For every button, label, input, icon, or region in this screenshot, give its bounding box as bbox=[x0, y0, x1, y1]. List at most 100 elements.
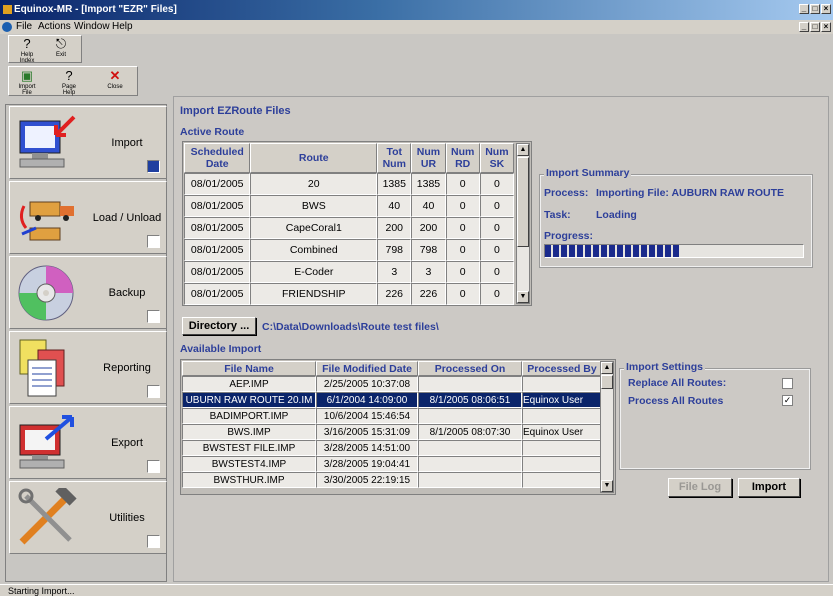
sidebar-item-checkbox[interactable] bbox=[147, 460, 160, 473]
sidebar-item-checkbox[interactable] bbox=[147, 385, 160, 398]
menu-window[interactable]: Window bbox=[74, 21, 110, 32]
scroll-thumb[interactable] bbox=[517, 157, 529, 247]
route-row[interactable]: 08/01/2005 FRIENDSHIP 226 226 0 0 bbox=[184, 283, 514, 305]
col-num-ur[interactable]: Num UR bbox=[411, 143, 446, 173]
col-scheduled-date[interactable]: Scheduled Date bbox=[184, 143, 251, 173]
route-cell-rd: 0 bbox=[445, 217, 480, 239]
exit-button[interactable]: ⎋ Exit bbox=[47, 36, 75, 59]
import-file-button[interactable]: ▣ Import File bbox=[13, 69, 41, 97]
file-row[interactable]: AEP.IMP 2/25/2005 10:37:08 bbox=[182, 376, 602, 392]
file-row[interactable]: BWSTHUR.IMP 3/30/2005 22:19:15 bbox=[182, 472, 602, 488]
computer-export-icon bbox=[19, 415, 74, 469]
sidebar-item-load-unload[interactable]: Load / Unload bbox=[9, 181, 167, 254]
menu-bar: File Actions Window Help _ □ × bbox=[0, 20, 833, 34]
sidebar-item-backup[interactable]: Backup bbox=[9, 256, 167, 329]
doc-icon bbox=[2, 22, 12, 32]
route-row[interactable]: 08/01/2005 20 1385 1385 0 0 bbox=[184, 173, 514, 195]
menu-help[interactable]: Help bbox=[112, 21, 133, 32]
col-route[interactable]: Route bbox=[250, 143, 378, 173]
col-file-modified[interactable]: File Modified Date bbox=[316, 361, 418, 376]
sidebar-item-export[interactable]: Export bbox=[9, 406, 167, 479]
route-cell-date: 08/01/2005 bbox=[184, 261, 251, 283]
directory-button[interactable]: Directory ... bbox=[182, 317, 256, 335]
route-cell-route: CapeCoral1 bbox=[250, 217, 378, 239]
scroll-down-arrow-icon[interactable]: ▼ bbox=[517, 291, 529, 303]
exit-icon: ⎋ bbox=[55, 36, 67, 51]
route-row[interactable]: 08/01/2005 E-Coder 3 3 0 0 bbox=[184, 261, 514, 283]
sidebar-item-checkbox[interactable] bbox=[147, 535, 160, 548]
route-row[interactable]: 08/01/2005 Combined 798 798 0 0 bbox=[184, 239, 514, 261]
route-cell-route: E-Coder bbox=[250, 261, 378, 283]
route-cell-date: 08/01/2005 bbox=[184, 217, 251, 239]
file-cell-processed-on bbox=[418, 472, 522, 488]
col-processed-by[interactable]: Processed By bbox=[522, 361, 602, 376]
help-index-label: Help Index bbox=[19, 52, 35, 64]
restore-button[interactable]: □ bbox=[810, 4, 820, 14]
progress-label: Progress: bbox=[544, 230, 594, 242]
scroll-down-arrow-icon[interactable]: ▼ bbox=[601, 480, 613, 492]
file-log-button[interactable]: File Log bbox=[668, 478, 732, 497]
minimize-button[interactable]: _ bbox=[799, 4, 809, 14]
close-icon: ✕ bbox=[109, 68, 121, 83]
cd-icon bbox=[18, 265, 74, 321]
sidebar-item-label: Utilities bbox=[109, 512, 145, 524]
col-file-name[interactable]: File Name bbox=[182, 361, 316, 376]
process-all-checkbox[interactable]: ✓ bbox=[782, 395, 793, 406]
route-cell-tot: 1385 bbox=[377, 173, 412, 195]
file-row[interactable]: BADIMPORT.IMP 10/6/2004 15:46:54 bbox=[182, 408, 602, 424]
menu-actions[interactable]: Actions bbox=[38, 21, 71, 32]
route-row[interactable]: 08/01/2005 BWS 40 40 0 0 bbox=[184, 195, 514, 217]
sidebar-item-checkbox[interactable] bbox=[147, 235, 160, 248]
files-table-scrollbar[interactable]: ▲ ▼ bbox=[600, 361, 614, 493]
child-restore-button[interactable]: □ bbox=[810, 22, 820, 32]
help-index-button[interactable]: ? Help Index bbox=[13, 36, 41, 65]
child-minimize-button[interactable]: _ bbox=[799, 22, 809, 32]
sidebar-item-checkbox[interactable] bbox=[147, 310, 160, 323]
help-index-icon: ? bbox=[23, 36, 31, 51]
menu-file[interactable]: File bbox=[16, 21, 32, 32]
scroll-up-arrow-icon[interactable]: ▲ bbox=[601, 362, 613, 374]
close-page-button[interactable]: ✕ Close bbox=[101, 68, 129, 91]
file-cell-processed-by bbox=[522, 376, 602, 392]
toolbar-page: ▣ Import File ? Page Help ✕ Close bbox=[8, 66, 138, 96]
sidebar-item-utilities[interactable]: Utilities bbox=[9, 481, 167, 554]
exit-label: Exit bbox=[55, 52, 66, 58]
route-row[interactable]: 08/01/2005 CapeCoral1 200 200 0 0 bbox=[184, 217, 514, 239]
route-cell-tot: 200 bbox=[377, 217, 412, 239]
file-cell-modified: 3/30/2005 22:19:15 bbox=[316, 472, 418, 488]
import-file-label: Import File bbox=[18, 84, 36, 96]
close-window-button[interactable]: × bbox=[821, 4, 831, 14]
file-row[interactable]: BWSTEST4.IMP 3/28/2005 19:04:41 bbox=[182, 456, 602, 472]
sidebar-item-reporting[interactable]: Reporting bbox=[9, 331, 167, 404]
col-num-rd[interactable]: Num RD bbox=[445, 143, 480, 173]
file-cell-name: BWSTEST4.IMP bbox=[182, 456, 316, 472]
import-button[interactable]: Import bbox=[738, 478, 800, 497]
route-table-scrollbar[interactable]: ▲ ▼ bbox=[516, 143, 530, 304]
page-help-button[interactable]: ? Page Help bbox=[55, 69, 83, 97]
file-row[interactable]: BWSTEST FILE.IMP 3/28/2005 14:51:00 bbox=[182, 440, 602, 456]
file-cell-processed-by bbox=[522, 440, 602, 456]
col-num-sk[interactable]: Num SK bbox=[479, 143, 514, 173]
replace-all-checkbox[interactable] bbox=[782, 378, 793, 389]
sidebar-item-label: Backup bbox=[108, 287, 146, 299]
scroll-up-arrow-icon[interactable]: ▲ bbox=[517, 144, 529, 156]
report-icon bbox=[19, 339, 65, 397]
route-cell-sk: 0 bbox=[479, 239, 514, 261]
title-bar: Equinox-MR - [Import "EZR" Files] _ □ × bbox=[0, 0, 833, 20]
route-cell-route: 20 bbox=[250, 173, 378, 195]
file-cell-name: AEP.IMP bbox=[182, 376, 316, 392]
child-close-button[interactable]: × bbox=[821, 22, 831, 32]
col-processed-on[interactable]: Processed On bbox=[418, 361, 522, 376]
scroll-thumb[interactable] bbox=[601, 375, 613, 389]
route-cell-sk: 0 bbox=[479, 283, 514, 305]
col-tot-num[interactable]: Tot Num bbox=[377, 143, 412, 173]
sidebar-item-import[interactable]: Import bbox=[9, 106, 167, 179]
file-cell-modified: 2/25/2005 10:37:08 bbox=[316, 376, 418, 392]
file-cell-name: BWSTEST FILE.IMP bbox=[182, 440, 316, 456]
route-cell-tot: 3 bbox=[377, 261, 412, 283]
file-cell-processed-by bbox=[522, 408, 602, 424]
file-row[interactable]: BWS.IMP 3/16/2005 15:31:09 8/1/2005 08:07:… bbox=[182, 424, 602, 440]
file-row[interactable]: UBURN RAW ROUTE 20.IM 6/1/2004 14:09:00 8/… bbox=[182, 392, 602, 408]
process-all-label: Process All Routes bbox=[628, 395, 724, 407]
file-cell-processed-by bbox=[522, 472, 602, 488]
